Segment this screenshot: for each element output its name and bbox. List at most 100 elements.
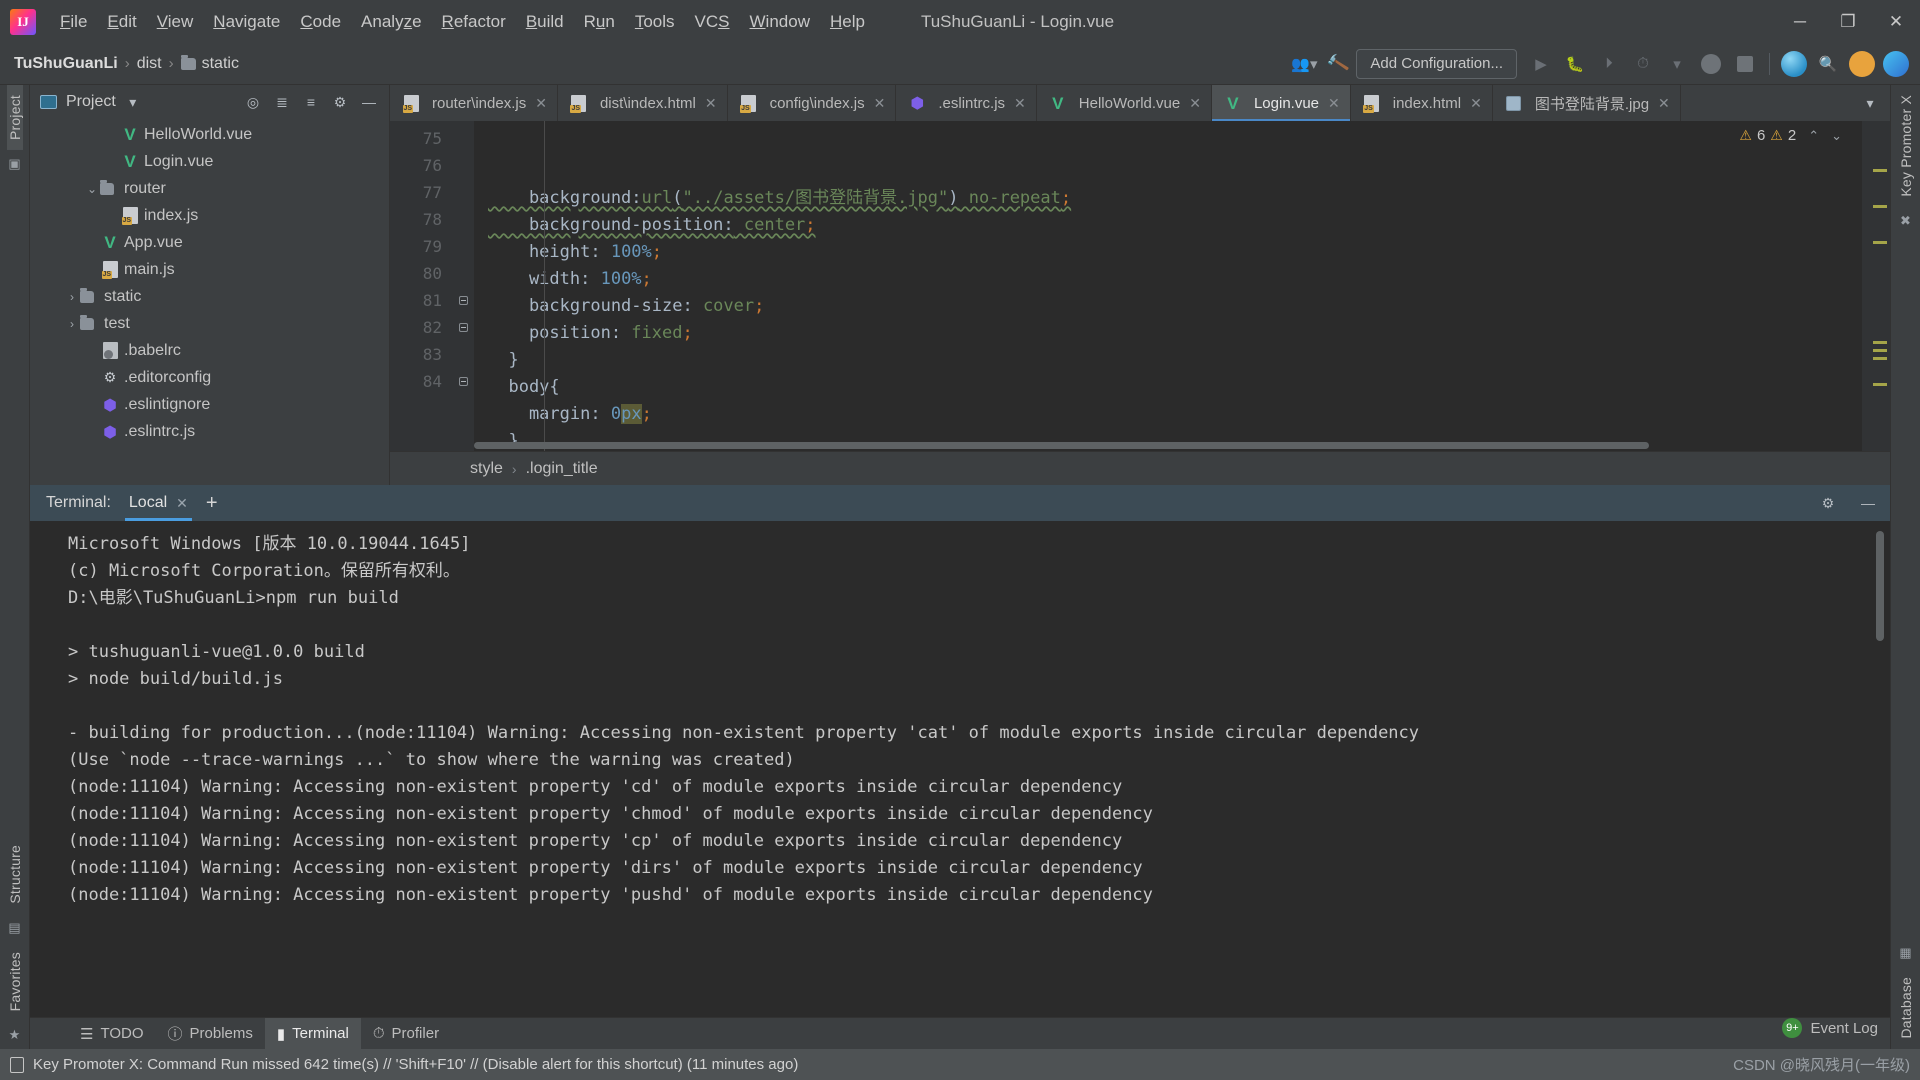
hammer-icon[interactable]: 🔨 <box>1319 45 1358 82</box>
code-line[interactable]: } <box>474 347 1862 374</box>
maximize-button[interactable]: ❐ <box>1824 0 1872 43</box>
tree-node[interactable]: V Login.vue <box>30 148 389 175</box>
breadcrumb-style[interactable]: style <box>470 460 503 478</box>
structure-icon[interactable]: ▤ <box>8 920 20 936</box>
next-problem-icon[interactable]: ⌄ <box>1831 128 1842 144</box>
project-file-tree[interactable]: V HelloWorld.vue V Login.vue ⌄ router index.js… <box>30 119 389 485</box>
close-icon[interactable]: ✕ <box>874 95 886 112</box>
sidebar-item-favorites[interactable]: Favorites <box>7 942 23 1021</box>
code-line[interactable]: height: 100%; <box>474 239 1862 266</box>
tree-node[interactable]: V App.vue <box>30 229 389 256</box>
close-icon[interactable]: ✕ <box>1470 95 1482 112</box>
tree-node[interactable]: V HelloWorld.vue <box>30 121 389 148</box>
stop-record-icon[interactable] <box>1695 49 1727 79</box>
code-line[interactable]: body{ <box>474 374 1862 401</box>
user-group-icon[interactable]: 👥▾ <box>1288 49 1320 79</box>
debug-icon[interactable]: 🐛 <box>1559 49 1591 79</box>
code-line[interactable]: width: 100%; <box>474 266 1862 293</box>
tree-node[interactable]: ⬢ .eslintrc.js <box>30 418 389 445</box>
close-icon[interactable]: ✕ <box>705 95 717 112</box>
minimize-button[interactable]: ─ <box>1776 0 1824 43</box>
close-icon[interactable]: ✕ <box>1328 95 1340 112</box>
browser-icon[interactable] <box>1778 49 1810 79</box>
gear-icon[interactable]: ⚙ <box>328 90 352 114</box>
editor-tab[interactable]: router\index.js ✕ <box>390 85 558 121</box>
tree-node[interactable]: ⚙ .editorconfig <box>30 364 389 391</box>
editor-tab[interactable]: dist\index.html ✕ <box>558 85 728 121</box>
editor-marker-bar[interactable] <box>1862 121 1890 451</box>
editor-tab[interactable]: V Login.vue ✕ <box>1211 85 1351 121</box>
menu-view[interactable]: View <box>147 8 204 36</box>
close-icon[interactable]: ✕ <box>176 495 188 512</box>
menu-edit[interactable]: Edit <box>97 8 146 36</box>
sidebar-item-database[interactable]: Database <box>1898 967 1914 1049</box>
breadcrumb-project[interactable]: TuShuGuanLi <box>14 55 118 73</box>
code-line[interactable]: background-position: center; <box>474 212 1862 239</box>
profile-icon[interactable]: ⏱ <box>1627 49 1659 79</box>
chevron-down-icon[interactable]: ▾ <box>121 90 145 114</box>
code-line[interactable]: margin: 0px; <box>474 401 1862 428</box>
breadcrumb-static[interactable]: static <box>180 54 239 73</box>
stop-icon[interactable] <box>1729 49 1761 79</box>
collapse-all-icon[interactable]: ≡ <box>299 90 323 114</box>
run-icon[interactable]: ▶ <box>1525 49 1557 79</box>
editor-tab[interactable]: V HelloWorld.vue ✕ <box>1037 85 1212 121</box>
menu-build[interactable]: Build <box>516 8 574 36</box>
tree-node[interactable]: ⬢ .eslintignore <box>30 391 389 418</box>
hide-icon[interactable]: — <box>357 90 381 114</box>
inspection-status[interactable]: ⚠ 6 ⚠ 2 ⌃ ⌄ <box>1739 127 1842 144</box>
run-coverage-icon[interactable]: ⏵ <box>1593 49 1625 79</box>
editor-tab[interactable]: ⬢ .eslintrc.js ✕ <box>896 85 1037 121</box>
editor-tab[interactable]: config\index.js ✕ <box>728 85 897 121</box>
menu-window[interactable]: Window <box>740 8 820 36</box>
project-files-icon[interactable]: ▣ <box>8 156 20 172</box>
expand-all-icon[interactable]: ≣ <box>270 90 294 114</box>
tool-button-problems[interactable]: ⓘ Problems <box>156 1018 265 1049</box>
horizontal-scrollbar[interactable] <box>474 442 1856 449</box>
close-icon[interactable]: ✕ <box>1014 95 1026 112</box>
tree-node[interactable]: main.js <box>30 256 389 283</box>
code-text[interactable]: background:url("../assets/图书登陆背景.jpg") n… <box>474 121 1862 451</box>
terminal-output[interactable]: Microsoft Windows [版本 10.0.19044.1645] (c… <box>30 521 1890 1017</box>
chevron-down-icon[interactable]: ▾ <box>1661 49 1693 79</box>
menu-code[interactable]: Code <box>290 8 351 36</box>
gear-icon[interactable]: ⚙ <box>1816 491 1840 515</box>
tab-overflow-controls[interactable]: ▾ <box>1850 85 1890 121</box>
menu-vcs[interactable]: VCS <box>685 8 740 36</box>
menu-help[interactable]: Help <box>820 8 875 36</box>
tree-node[interactable]: ⌄ router <box>30 175 389 202</box>
close-icon[interactable]: ✕ <box>535 95 547 112</box>
close-button[interactable]: ✕ <box>1872 0 1920 43</box>
update-icon[interactable] <box>1846 49 1878 79</box>
editor-tab[interactable]: 图书登陆背景.jpg ✕ <box>1493 85 1681 121</box>
prev-problem-icon[interactable]: ⌃ <box>1808 128 1819 144</box>
close-icon[interactable]: ✕ <box>1658 95 1670 112</box>
chevron-icon[interactable]: › <box>64 317 80 331</box>
sidebar-item-key-promoter[interactable]: Key Promoter X <box>1898 85 1914 207</box>
code-line[interactable]: position: fixed; <box>474 320 1862 347</box>
tree-node[interactable]: › static <box>30 283 389 310</box>
database-icon[interactable]: ▦ <box>1899 945 1911 961</box>
close-icon[interactable]: ✕ <box>1189 95 1201 112</box>
editor-tab-bar[interactable]: router\index.js✕dist\index.html✕config\i… <box>390 85 1890 121</box>
tree-node[interactable]: › test <box>30 310 389 337</box>
menu-refactor[interactable]: Refactor <box>432 8 516 36</box>
tree-node[interactable]: .babelrc <box>30 337 389 364</box>
menu-analyze[interactable]: Analyze <box>351 8 432 36</box>
menu-tools[interactable]: Tools <box>625 8 685 36</box>
settings-icon[interactable] <box>1880 49 1912 79</box>
sidebar-item-project[interactable]: Project <box>6 85 23 150</box>
chevron-down-icon[interactable]: ▾ <box>1858 91 1882 115</box>
menu-navigate[interactable]: Navigate <box>203 8 290 36</box>
code-folding-column[interactable] <box>452 121 474 451</box>
add-configuration-button[interactable]: Add Configuration... <box>1356 48 1517 79</box>
breadcrumb-login-title[interactable]: .login_title <box>526 460 598 478</box>
code-line[interactable]: background-size: cover; <box>474 293 1862 320</box>
tool-button-profiler[interactable]: ⏱ Profiler <box>361 1018 451 1049</box>
menu-file[interactable]: File <box>50 8 97 36</box>
sidebar-item-structure[interactable]: Structure <box>7 835 23 914</box>
key-promoter-icon[interactable]: ✖ <box>1900 213 1911 229</box>
new-terminal-button[interactable]: + <box>206 493 218 513</box>
locate-file-icon[interactable]: ◎ <box>241 90 265 114</box>
chevron-icon[interactable]: › <box>64 290 80 304</box>
